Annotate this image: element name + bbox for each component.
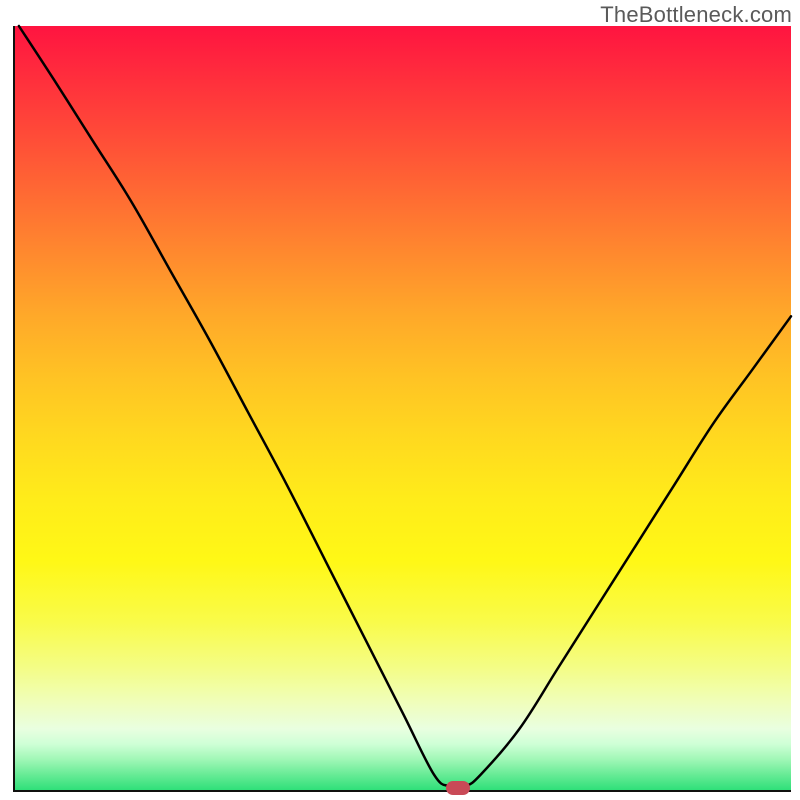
plot-area <box>13 26 791 792</box>
watermark-text: TheBottleneck.com <box>600 2 792 28</box>
bottleneck-curve <box>15 26 791 790</box>
chart-frame: TheBottleneck.com <box>0 0 800 800</box>
optimum-marker <box>446 781 470 795</box>
